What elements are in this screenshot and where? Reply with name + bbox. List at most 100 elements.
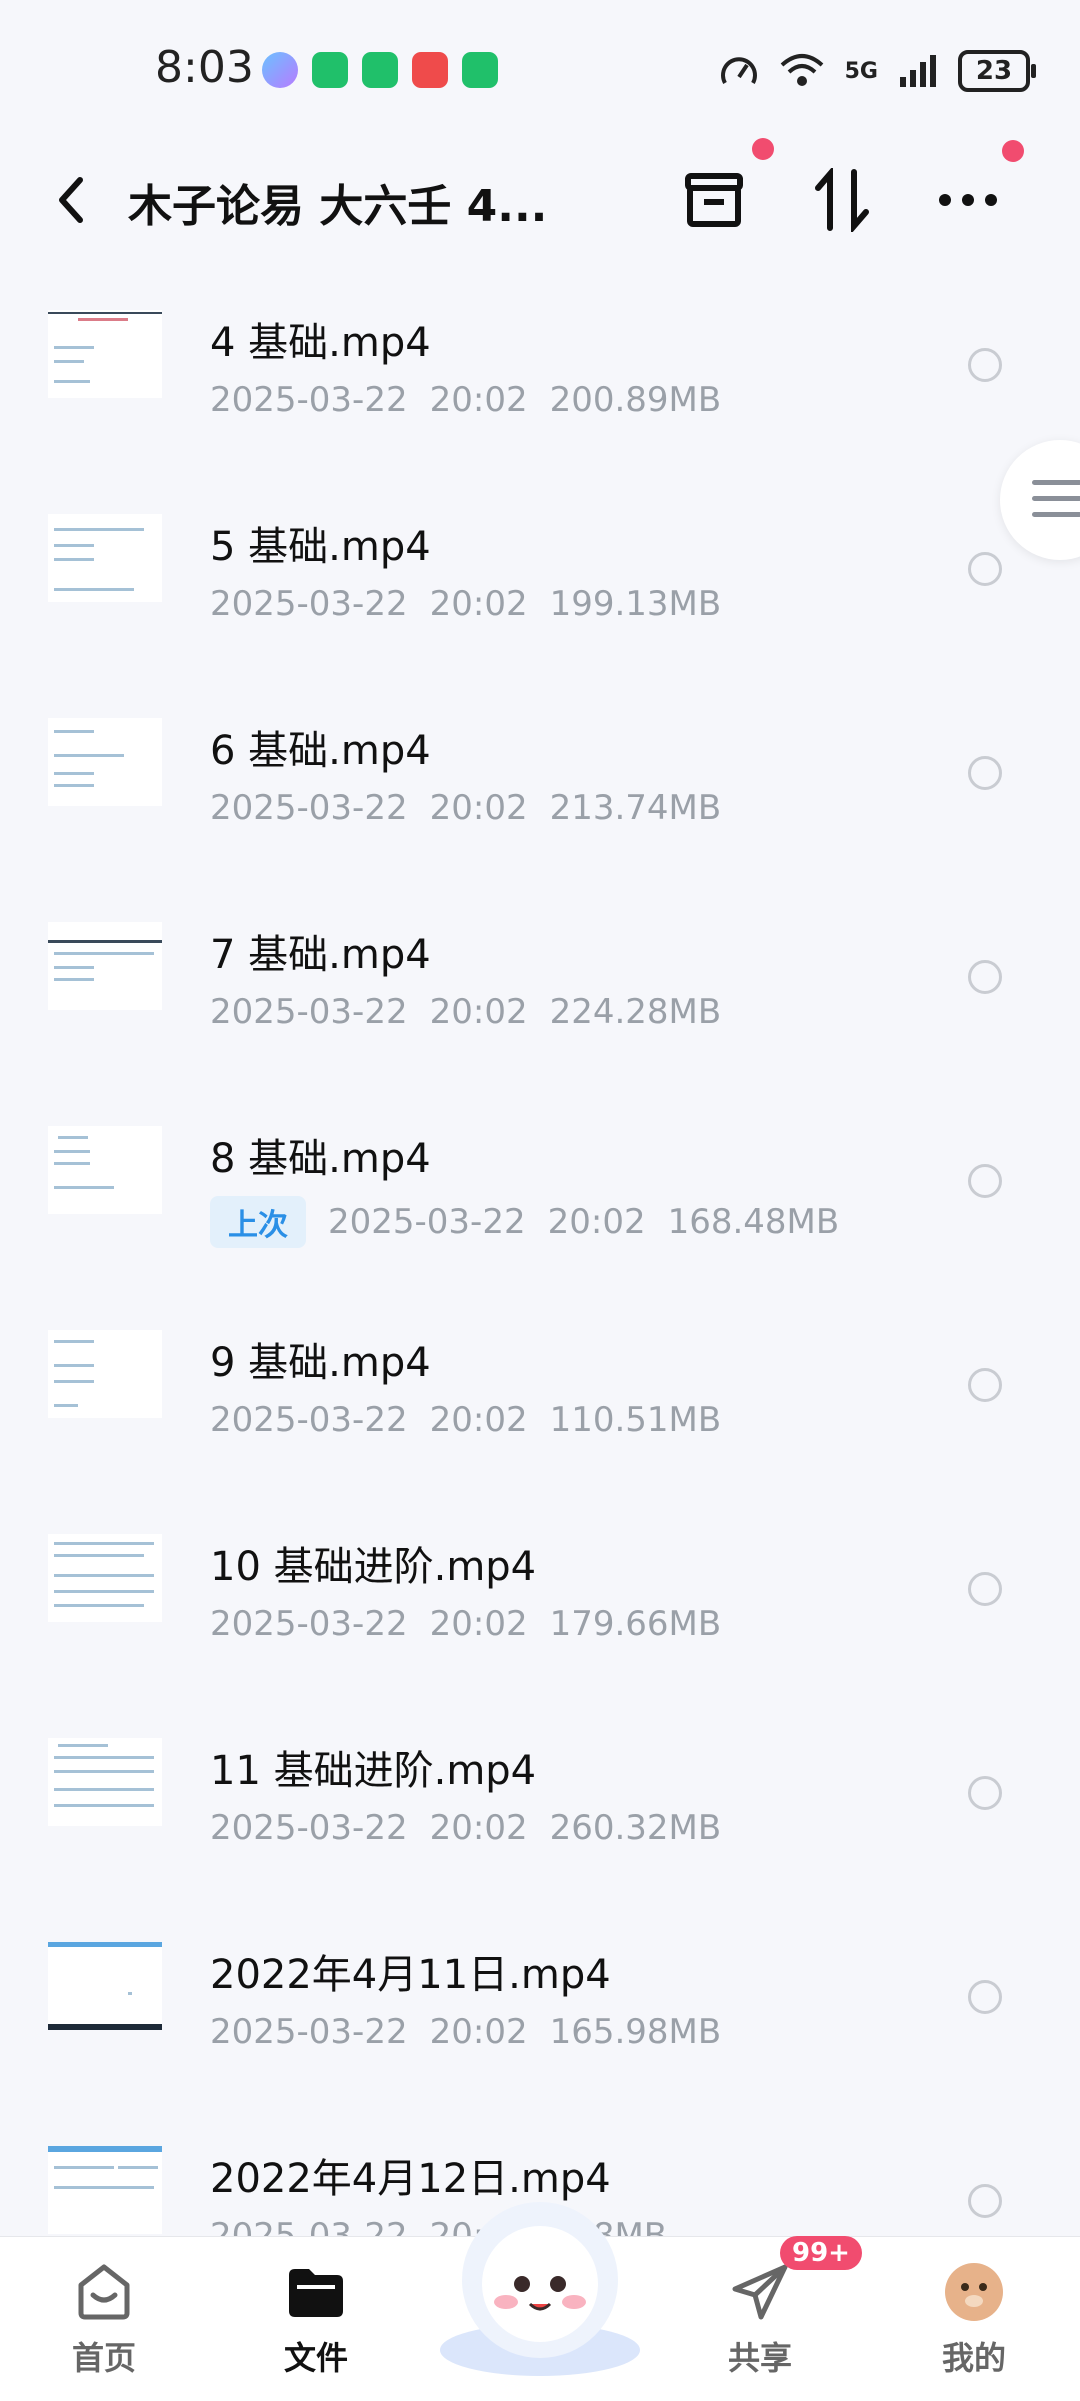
video-thumbnail [48, 514, 162, 602]
file-size: 200.89MB [549, 380, 722, 420]
send-icon [732, 2264, 788, 2320]
file-meta: 2025-03-22 20:02 110.51MB [210, 1400, 721, 1440]
tab-files[interactable]: 文件 [256, 2261, 376, 2379]
video-thumbnail [48, 1126, 162, 1214]
file-size: 110.51MB [549, 1400, 722, 1440]
file-date: 2025-03-22 [210, 584, 408, 624]
select-radio[interactable] [968, 1980, 1002, 2014]
file-time: 20:02 [429, 1808, 528, 1848]
file-meta: 2025-03-22 20:02 213.74MB [210, 788, 721, 828]
file-date: 2025-03-22 [210, 788, 408, 828]
last-played-badge: 上次 [210, 1196, 306, 1248]
file-row[interactable]: 4 基础.mp4 2025-03-22 20:02 200.89MB [0, 270, 1080, 474]
file-size: 168.48MB [667, 1202, 840, 1242]
tab-label: 共享 [727, 2339, 792, 2377]
speed-icon [720, 57, 757, 84]
file-time: 20:02 [429, 584, 528, 624]
file-name: 9 基础.mp4 [210, 1340, 431, 1386]
file-time: 20:02 [429, 992, 528, 1032]
tab-label: 文件 [283, 2339, 348, 2377]
file-date: 2025-03-22 [210, 1604, 408, 1644]
iqiyi-icon [312, 52, 348, 88]
battery-indicator: 23 [958, 50, 1036, 92]
network-type: 5G [844, 58, 878, 84]
file-name: 6 基础.mp4 [210, 728, 431, 774]
notification-icons [262, 52, 498, 88]
file-meta: 2025-03-22 20:02 224.28MB [210, 992, 721, 1032]
file-date: 2025-03-22 [210, 380, 408, 420]
file-meta: 上次 2025-03-22 20:02 168.48MB [210, 1196, 839, 1248]
archive-button[interactable] [678, 164, 750, 236]
video-thumbnail [48, 718, 162, 806]
file-size: 179.66MB [549, 1604, 722, 1644]
select-radio[interactable] [968, 1776, 1002, 1810]
file-size: 199.13MB [549, 584, 722, 624]
wifi-icon [780, 54, 823, 86]
file-row[interactable]: 11 基础进阶.mp4 2025-03-22 20:02 260.32MB [0, 1698, 1080, 1902]
file-date: 2025-03-22 [328, 1202, 526, 1242]
select-radio[interactable] [968, 552, 1002, 586]
select-radio[interactable] [968, 1572, 1002, 1606]
file-row[interactable]: 6 基础.mp4 2025-03-22 20:02 213.74MB [0, 678, 1080, 882]
menu-icon-line [1032, 512, 1080, 517]
file-time: 20:02 [429, 788, 528, 828]
file-name: 10 基础进阶.mp4 [210, 1544, 537, 1590]
file-time: 20:02 [429, 2012, 528, 2052]
file-date: 2025-03-22 [210, 1400, 408, 1440]
status-time: 8:03 [155, 42, 254, 93]
video-thumbnail [48, 922, 162, 1010]
select-radio[interactable] [968, 756, 1002, 790]
back-icon[interactable] [50, 170, 90, 230]
header: 木子论易 大六壬 4... [0, 138, 1080, 260]
file-size: 260.32MB [549, 1808, 722, 1848]
avatar [945, 2263, 1003, 2321]
menu-icon [1032, 480, 1080, 485]
file-name: 5 基础.mp4 [210, 524, 431, 570]
file-time: 20:02 [429, 1604, 528, 1644]
select-radio[interactable] [968, 960, 1002, 994]
book-app-icon [412, 52, 448, 88]
status-bar: 8:03 5G 23 [0, 0, 1080, 140]
sort-button[interactable] [806, 164, 878, 236]
file-row[interactable]: 2022年4月11日.mp4 2025-03-22 20:02 165.98MB [0, 1902, 1080, 2106]
file-meta: 2025-03-22 20:02 200.89MB [210, 380, 721, 420]
file-name: 7 基础.mp4 [210, 932, 431, 978]
select-radio[interactable] [968, 1368, 1002, 1402]
file-row[interactable]: 7 基础.mp4 2025-03-22 20:02 224.28MB [0, 882, 1080, 1086]
select-radio[interactable] [968, 348, 1002, 382]
notification-dot [752, 138, 774, 160]
tab-label: 我的 [941, 2339, 1006, 2377]
file-name: 2022年4月11日.mp4 [210, 1952, 611, 1998]
file-list: 4 基础.mp4 2025-03-22 20:02 200.89MB 5 基础.mp… [0, 270, 1080, 2310]
video-thumbnail [48, 1534, 162, 1622]
notification-dot [1002, 140, 1024, 162]
cloud-app-icon [262, 52, 298, 88]
video-thumbnail [48, 2146, 162, 2234]
battery-level: 23 [975, 56, 1013, 86]
more-button[interactable] [932, 164, 1004, 236]
file-size: 224.28MB [549, 992, 722, 1032]
tab-home[interactable]: 首页 [44, 2261, 164, 2379]
file-date: 2025-03-22 [210, 1808, 408, 1848]
select-radio[interactable] [968, 2184, 1002, 2218]
mascot-assistant-button[interactable] [430, 2180, 650, 2380]
tab-share[interactable]: 共享 [700, 2261, 820, 2379]
file-row[interactable]: 10 基础进阶.mp4 2025-03-22 20:02 179.66MB [0, 1494, 1080, 1698]
file-name: 11 基础进阶.mp4 [210, 1748, 537, 1794]
file-date: 2025-03-22 [210, 992, 408, 1032]
tab-label: 首页 [71, 2339, 136, 2377]
select-radio[interactable] [968, 1164, 1002, 1198]
file-row[interactable]: 5 基础.mp4 2025-03-22 20:02 199.13MB [0, 474, 1080, 678]
file-meta: 2025-03-22 20:02 179.66MB [210, 1604, 721, 1644]
file-meta: 2025-03-22 20:02 199.13MB [210, 584, 721, 624]
video-thumbnail [48, 1738, 162, 1826]
file-row[interactable]: 9 基础.mp4 2025-03-22 20:02 110.51MB [0, 1290, 1080, 1494]
home-icon [78, 2264, 130, 2320]
archive-icon [685, 173, 743, 227]
signal-icon [900, 55, 936, 87]
video-thumbnail [48, 1330, 162, 1418]
file-row[interactable]: 8 基础.mp4 上次 2025-03-22 20:02 168.48MB [0, 1086, 1080, 1290]
file-meta: 2025-03-22 20:02 260.32MB [210, 1808, 721, 1848]
tab-mine[interactable]: 我的 [914, 2261, 1034, 2379]
file-name: 8 基础.mp4 [210, 1136, 431, 1182]
